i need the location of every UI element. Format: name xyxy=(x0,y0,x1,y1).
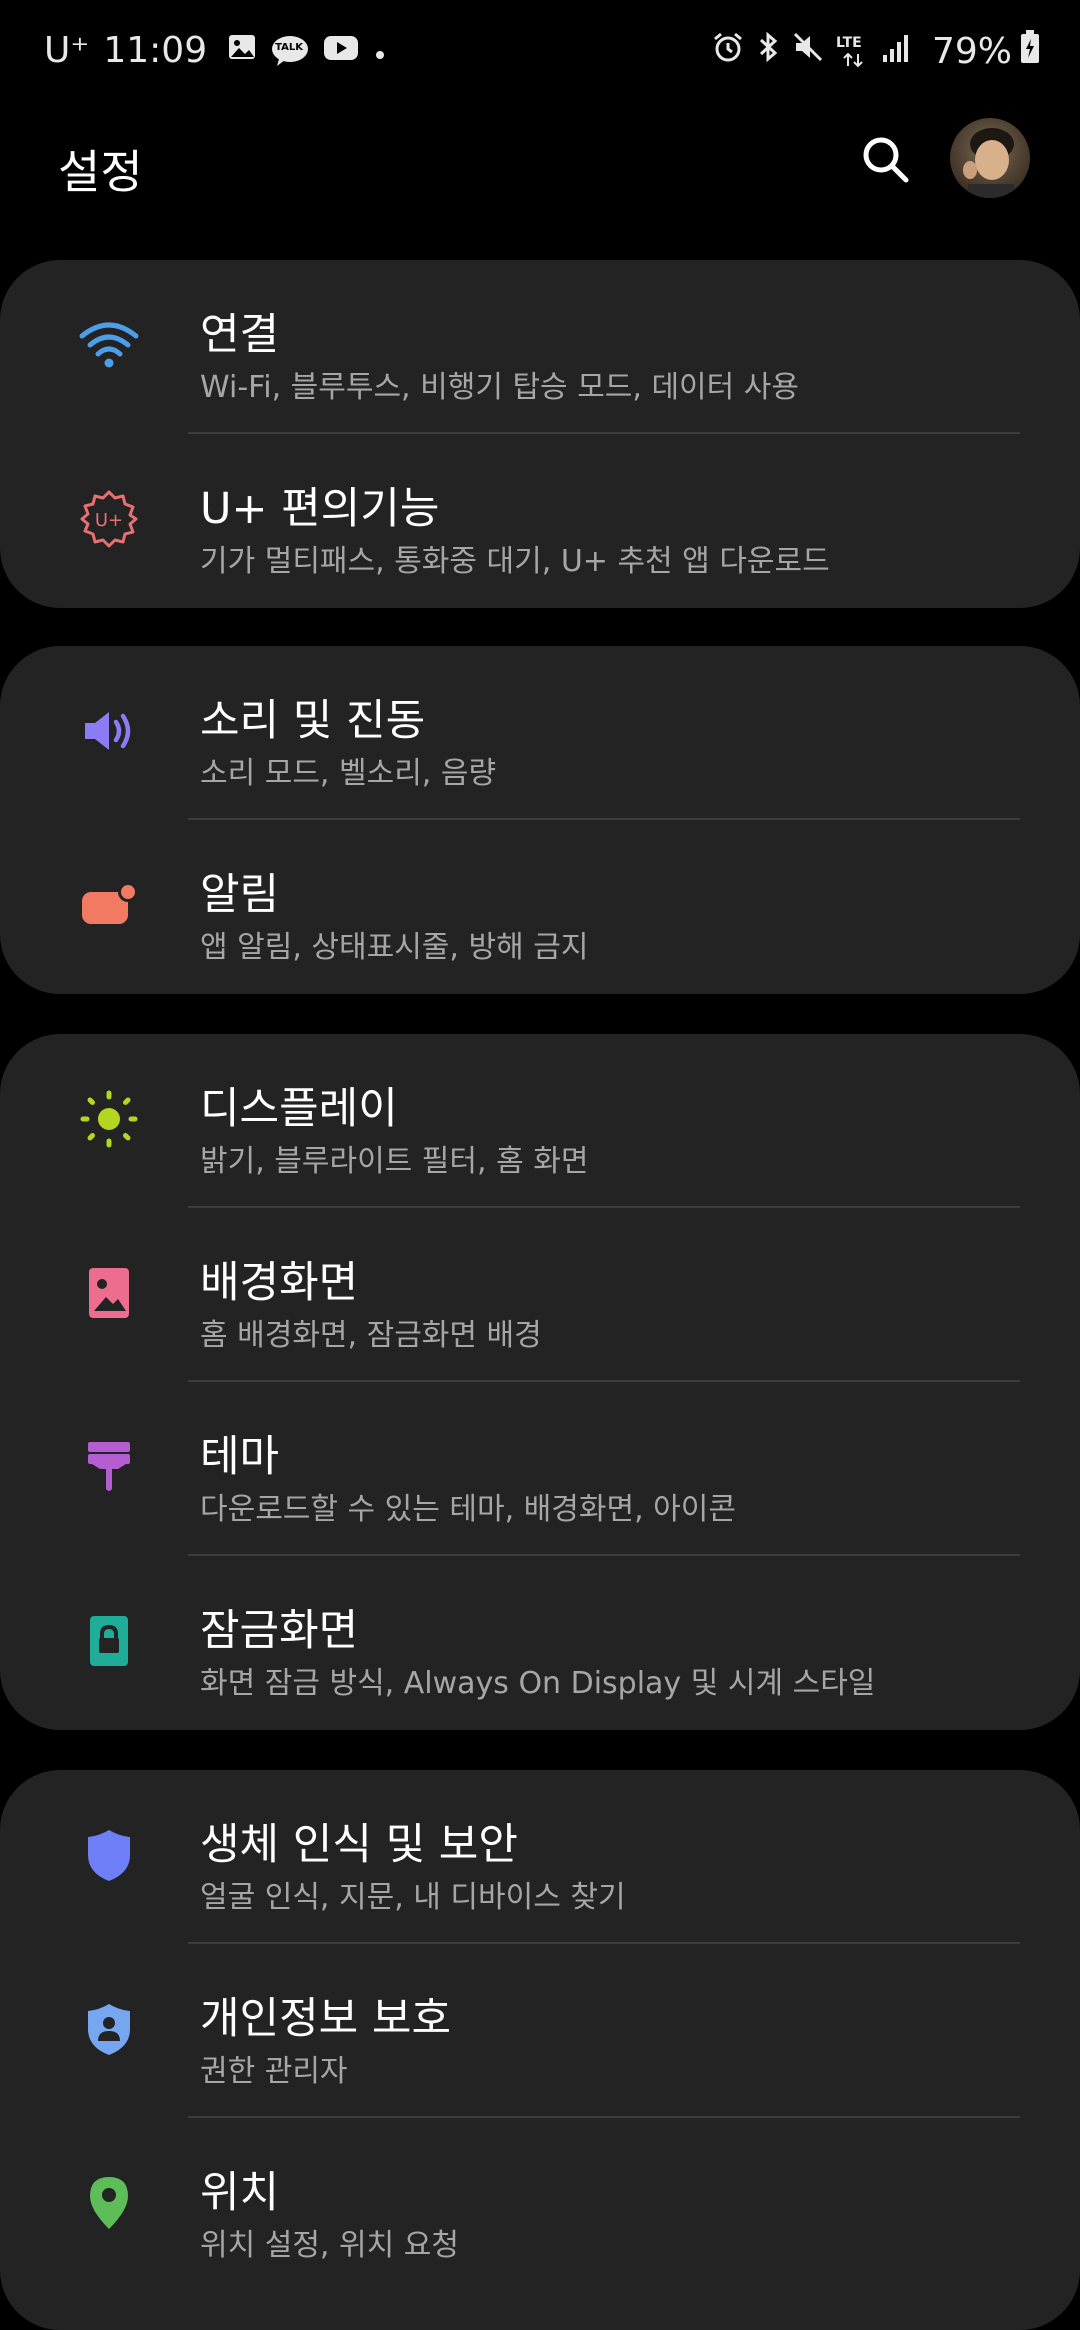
settings-group-4: 생체 인식 및 보안 얼굴 인식, 지문, 내 디바이스 찾기 개인정보 보호 … xyxy=(0,1770,1080,2330)
signal-icon xyxy=(882,31,910,72)
app-header: 설정 xyxy=(0,110,1080,260)
svg-text:U+: U+ xyxy=(95,510,123,531)
item-title: 테마 xyxy=(200,1432,280,1482)
item-title: 배경화면 xyxy=(200,1258,359,1308)
status-bar: U⁺ 11:09 TALK LTE 79% xyxy=(0,0,1080,110)
youtube-icon xyxy=(323,30,359,71)
lock-icon xyxy=(76,1608,142,1674)
item-subtitle: 다운로드할 수 있는 테마, 배경화면, 아이콘 xyxy=(200,1492,736,1527)
item-title: 생체 인식 및 보안 xyxy=(200,1820,518,1870)
settings-item-lock-screen[interactable]: 잠금화면 화면 잠금 방식, Always On Display 및 시계 스타… xyxy=(0,1556,1080,1730)
notification-icon xyxy=(76,872,142,938)
profile-avatar[interactable] xyxy=(950,118,1030,198)
sun-icon xyxy=(76,1086,142,1152)
lte-icon: LTE xyxy=(836,35,870,69)
image-icon xyxy=(227,30,257,71)
item-subtitle: 앱 알림, 상태표시줄, 방해 금지 xyxy=(200,930,589,965)
page-title: 설정 xyxy=(58,145,143,199)
settings-item-location[interactable]: 위치 위치 설정, 위치 요청 xyxy=(0,2118,1080,2292)
kakaotalk-label: TALK xyxy=(275,41,304,53)
item-subtitle: Wi-Fi, 블루투스, 비행기 탑승 모드, 데이터 사용 xyxy=(200,370,799,405)
kakaotalk-icon: TALK xyxy=(271,35,309,67)
carrier-label: U⁺ xyxy=(44,30,90,71)
item-title: 디스플레이 xyxy=(200,1084,398,1134)
battery-percent: 79% xyxy=(931,31,1012,72)
battery-icon xyxy=(1020,30,1040,73)
wallpaper-icon xyxy=(76,1260,142,1326)
item-subtitle: 소리 모드, 벨소리, 음량 xyxy=(200,756,497,791)
shield-icon xyxy=(76,1822,142,1888)
item-subtitle: 얼굴 인식, 지문, 내 디바이스 찾기 xyxy=(200,1880,626,1915)
wifi-icon xyxy=(76,312,142,378)
item-subtitle: 기가 멀티패스, 통화중 대기, U+ 추천 앱 다운로드 xyxy=(200,544,830,579)
item-title: 잠금화면 xyxy=(200,1606,359,1656)
item-subtitle: 밝기, 블루라이트 필터, 홈 화면 xyxy=(200,1144,589,1179)
bluetooth-icon xyxy=(756,31,780,72)
clock: 11:09 xyxy=(103,30,208,71)
status-bar-left: U⁺ 11:09 TALK xyxy=(44,30,401,71)
item-title: 소리 및 진동 xyxy=(200,696,426,746)
search-button[interactable] xyxy=(858,132,912,186)
search-icon xyxy=(863,137,909,183)
status-bar-right: LTE 79% xyxy=(712,30,1040,73)
paint-brush-icon xyxy=(76,1434,142,1500)
settings-item-display[interactable]: 디스플레이 밝기, 블루라이트 필터, 홈 화면 xyxy=(0,1034,1080,1208)
settings-item-biometrics-security[interactable]: 생체 인식 및 보안 얼굴 인식, 지문, 내 디바이스 찾기 xyxy=(0,1770,1080,1944)
dot-icon xyxy=(373,30,387,71)
speaker-icon xyxy=(76,698,142,764)
u-plus-gear-icon: U+ xyxy=(76,486,142,552)
settings-group-3: 디스플레이 밝기, 블루라이트 필터, 홈 화면 배경화면 홈 배경화면, 잠금… xyxy=(0,1034,1080,1730)
settings-item-wallpaper[interactable]: 배경화면 홈 배경화면, 잠금화면 배경 xyxy=(0,1208,1080,1382)
item-title: U+ 편의기능 xyxy=(200,484,440,534)
item-subtitle: 홈 배경화면, 잠금화면 배경 xyxy=(200,1318,542,1353)
item-subtitle: 위치 설정, 위치 요청 xyxy=(200,2228,459,2263)
settings-item-privacy[interactable]: 개인정보 보호 권한 관리자 xyxy=(0,1944,1080,2118)
item-title: 알림 xyxy=(200,870,280,920)
item-title: 연결 xyxy=(200,310,280,360)
settings-item-notifications[interactable]: 알림 앱 알림, 상태표시줄, 방해 금지 xyxy=(0,820,1080,994)
location-pin-icon xyxy=(76,2170,142,2236)
settings-group-1: 연결 Wi-Fi, 블루투스, 비행기 탑승 모드, 데이터 사용 U+ U+ … xyxy=(0,260,1080,608)
settings-item-u-plus-features[interactable]: U+ U+ 편의기능 기가 멀티패스, 통화중 대기, U+ 추천 앱 다운로드 xyxy=(0,434,1080,608)
item-subtitle: 화면 잠금 방식, Always On Display 및 시계 스타일 xyxy=(200,1666,876,1701)
item-title: 위치 xyxy=(200,2168,280,2218)
settings-item-themes[interactable]: 테마 다운로드할 수 있는 테마, 배경화면, 아이콘 xyxy=(0,1382,1080,1556)
settings-item-sound[interactable]: 소리 및 진동 소리 모드, 벨소리, 음량 xyxy=(0,646,1080,820)
item-title: 개인정보 보호 xyxy=(200,1994,452,2044)
mute-icon xyxy=(792,31,824,72)
item-subtitle: 권한 관리자 xyxy=(200,2054,348,2089)
lte-label: LTE xyxy=(835,34,862,51)
avatar-image xyxy=(950,118,1030,198)
settings-item-connections[interactable]: 연결 Wi-Fi, 블루투스, 비행기 탑승 모드, 데이터 사용 xyxy=(0,260,1080,434)
privacy-shield-icon xyxy=(76,1996,142,2062)
alarm-icon xyxy=(712,31,744,72)
settings-group-2: 소리 및 진동 소리 모드, 벨소리, 음량 알림 앱 알림, 상태표시줄, 방… xyxy=(0,646,1080,994)
